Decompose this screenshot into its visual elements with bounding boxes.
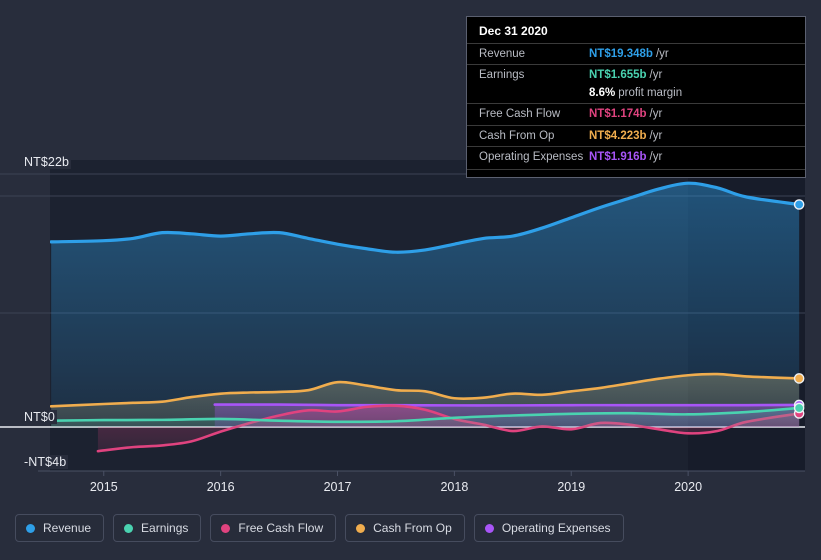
tooltip-row: Earnings NT$1.655b/yr <box>467 64 805 85</box>
x-axis-tick-2019: 2019 <box>557 480 586 494</box>
tooltip-row-label: Revenue <box>479 48 526 60</box>
legend-item-label: Free Cash Flow <box>238 521 324 535</box>
tooltip-row-unit: /yr <box>649 129 663 142</box>
legend-item-label: Earnings <box>141 521 189 535</box>
tooltip-row-label: Free Cash Flow <box>479 108 561 121</box>
tooltip-row-label: Operating Expenses <box>479 150 584 163</box>
tooltip-date: Dec 31 2020 <box>479 24 548 38</box>
tooltip-footer-rule <box>467 169 805 174</box>
legend-item-label: Revenue <box>43 521 92 535</box>
x-axis-tick-2020: 2020 <box>674 480 703 494</box>
tooltip-row-label: Earnings <box>479 69 525 82</box>
line-operating-expenses <box>213 403 801 407</box>
tooltip-row-unit: profit margin <box>618 86 683 99</box>
tooltip-row: Operating Expenses NT$1.916b/yr <box>467 145 805 167</box>
tooltip-row-label: Cash From Op <box>479 129 555 142</box>
endpoint-marker-revenue <box>793 199 805 210</box>
x-axis-tick-2015: 2015 <box>89 480 118 494</box>
y-axis-label-top: NT$22b <box>22 155 72 169</box>
tooltip-row-value: 8.6% profit margin <box>589 86 683 99</box>
tooltip-row-unit: /yr <box>655 48 669 60</box>
data-tooltip: Dec 31 2020 Revenue NT$19.348b/yr Earnings… <box>466 16 806 179</box>
tooltip-row-unit: /yr <box>649 69 663 82</box>
tooltip-row: Revenue NT$19.348b/yr <box>467 43 805 64</box>
tooltip-row-unit: /yr <box>649 150 663 163</box>
legend-color-dot-icon <box>26 523 35 533</box>
tooltip-row: Cash From Op NT$4.223b/yr <box>467 124 805 146</box>
tooltip-row: Free Cash Flow NT$1.174b/yr <box>467 103 805 124</box>
financial-chart: NT$22b NT$0 -NT$4b 2015 2016 2017 2018 2019 2… <box>0 0 821 560</box>
legend-item-operating-expenses[interactable]: Operating Expenses <box>473 514 624 542</box>
endpoint-marker-cash-from-op <box>793 373 805 384</box>
legend-item-cash-from-op[interactable]: Cash From Op <box>345 514 465 542</box>
legend-item-earnings[interactable]: Earnings <box>113 514 202 542</box>
legend-item-label: Operating Expenses <box>501 521 611 535</box>
endpoint-marker-earnings <box>793 402 805 414</box>
legend-item-revenue[interactable]: Revenue <box>15 514 105 542</box>
x-axis-tick-2017: 2017 <box>323 480 352 494</box>
tooltip-row: 8.6% profit margin <box>467 86 805 103</box>
tooltip-row-value: NT$1.174b/yr <box>589 108 663 121</box>
tooltip-rows: Revenue NT$19.348b/yr Earnings NT$1.655b/yr… <box>467 43 805 167</box>
chart-legend: Revenue Earnings Free Cash Flow Cash From O… <box>15 514 624 542</box>
tooltip-row-unit: /yr <box>649 108 663 121</box>
tooltip-row-value: NT$19.348b/yr <box>589 48 669 60</box>
x-axis-tick-2016: 2016 <box>206 480 235 494</box>
legend-color-dot-icon <box>356 523 366 533</box>
legend-item-free-cash-flow[interactable]: Free Cash Flow <box>210 514 337 542</box>
legend-item-label: Cash From Op <box>373 521 452 535</box>
legend-color-dot-icon <box>221 523 231 533</box>
y-axis-label-zero: NT$0 <box>22 410 57 424</box>
x-axis-tick-2018: 2018 <box>440 480 469 494</box>
tooltip-row-value: NT$4.223b/yr <box>589 129 663 142</box>
tooltip-row-value: NT$1.916b/yr <box>589 150 663 163</box>
legend-color-dot-icon <box>484 523 494 533</box>
tooltip-row-value: NT$1.655b/yr <box>589 69 663 82</box>
y-axis-label-bottom: -NT$4b <box>22 455 69 469</box>
legend-color-dot-icon <box>124 523 134 533</box>
